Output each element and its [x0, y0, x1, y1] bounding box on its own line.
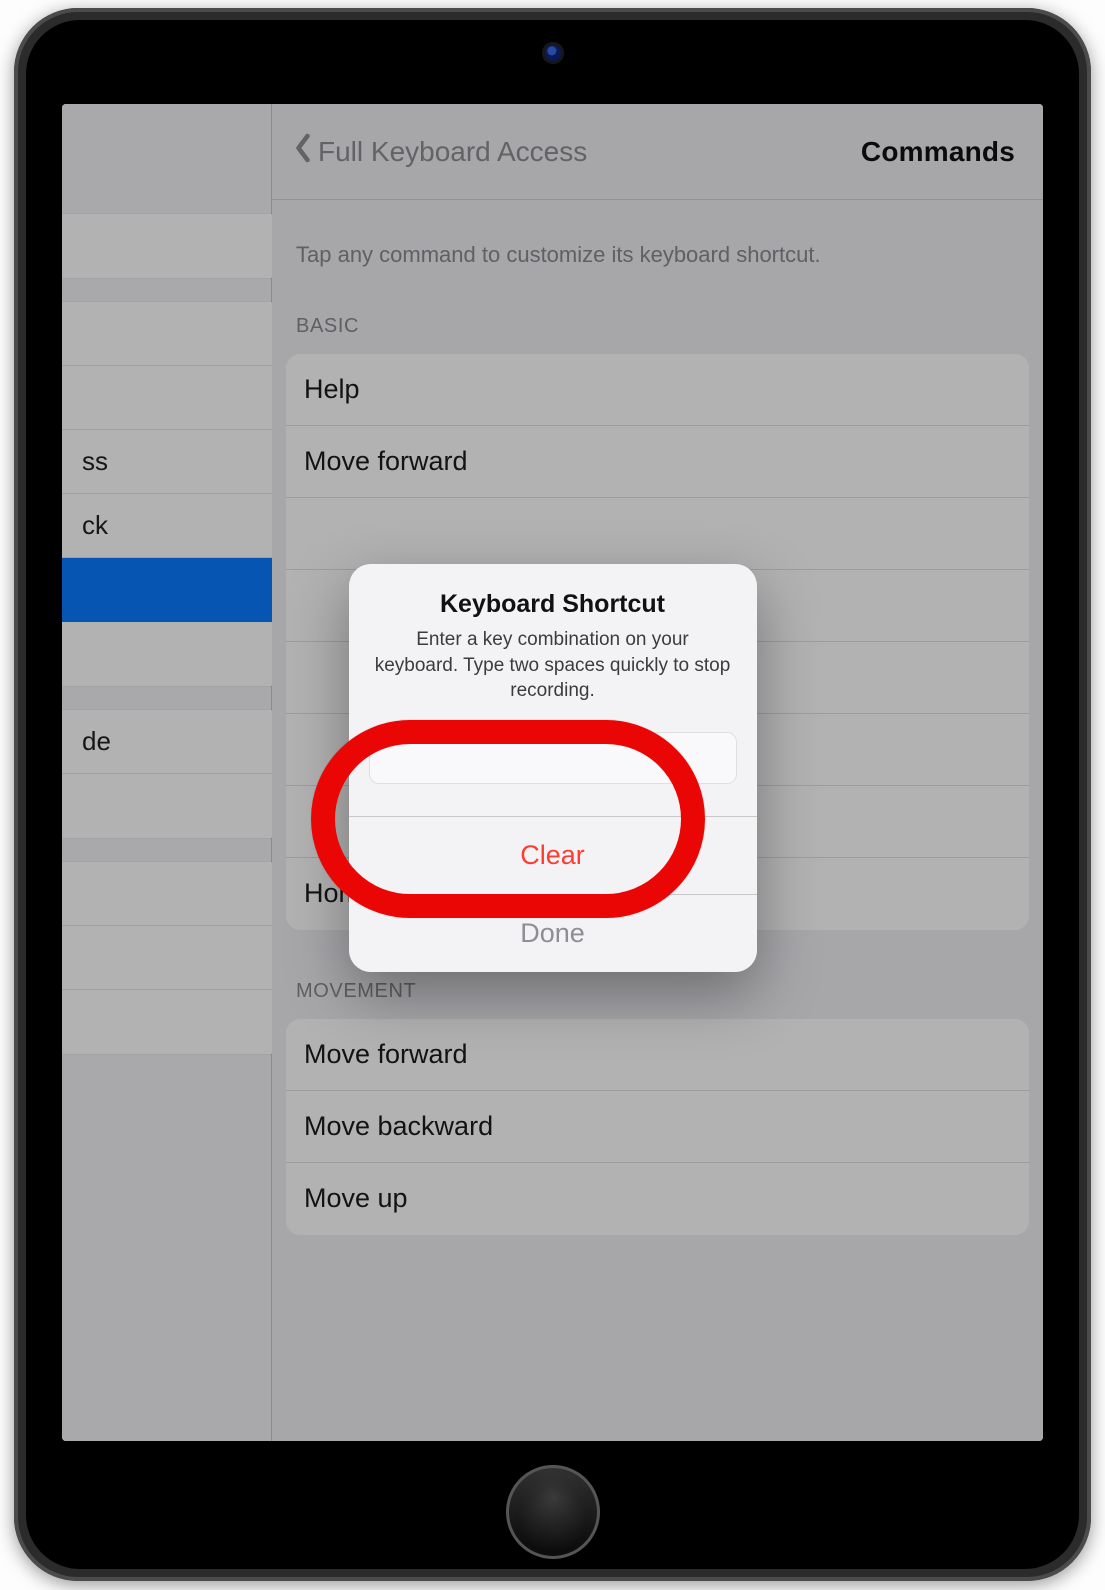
keyboard-shortcut-modal: Keyboard Shortcut Enter a key combinatio…: [349, 564, 757, 972]
home-button[interactable]: [506, 1465, 600, 1559]
clear-button-label: Clear: [520, 840, 585, 871]
modal-message: Enter a key combination on your keyboard…: [373, 627, 733, 704]
done-button[interactable]: Done: [349, 894, 757, 972]
modal-title: Keyboard Shortcut: [373, 590, 733, 619]
front-camera: [542, 42, 564, 64]
screen: ssckde Full Keyboard Access Commands: [62, 104, 1043, 1441]
clear-button[interactable]: Clear: [349, 816, 757, 894]
done-button-label: Done: [520, 918, 585, 949]
ipad-frame: ssckde Full Keyboard Access Commands: [14, 8, 1091, 1581]
shortcut-input[interactable]: [369, 732, 737, 784]
